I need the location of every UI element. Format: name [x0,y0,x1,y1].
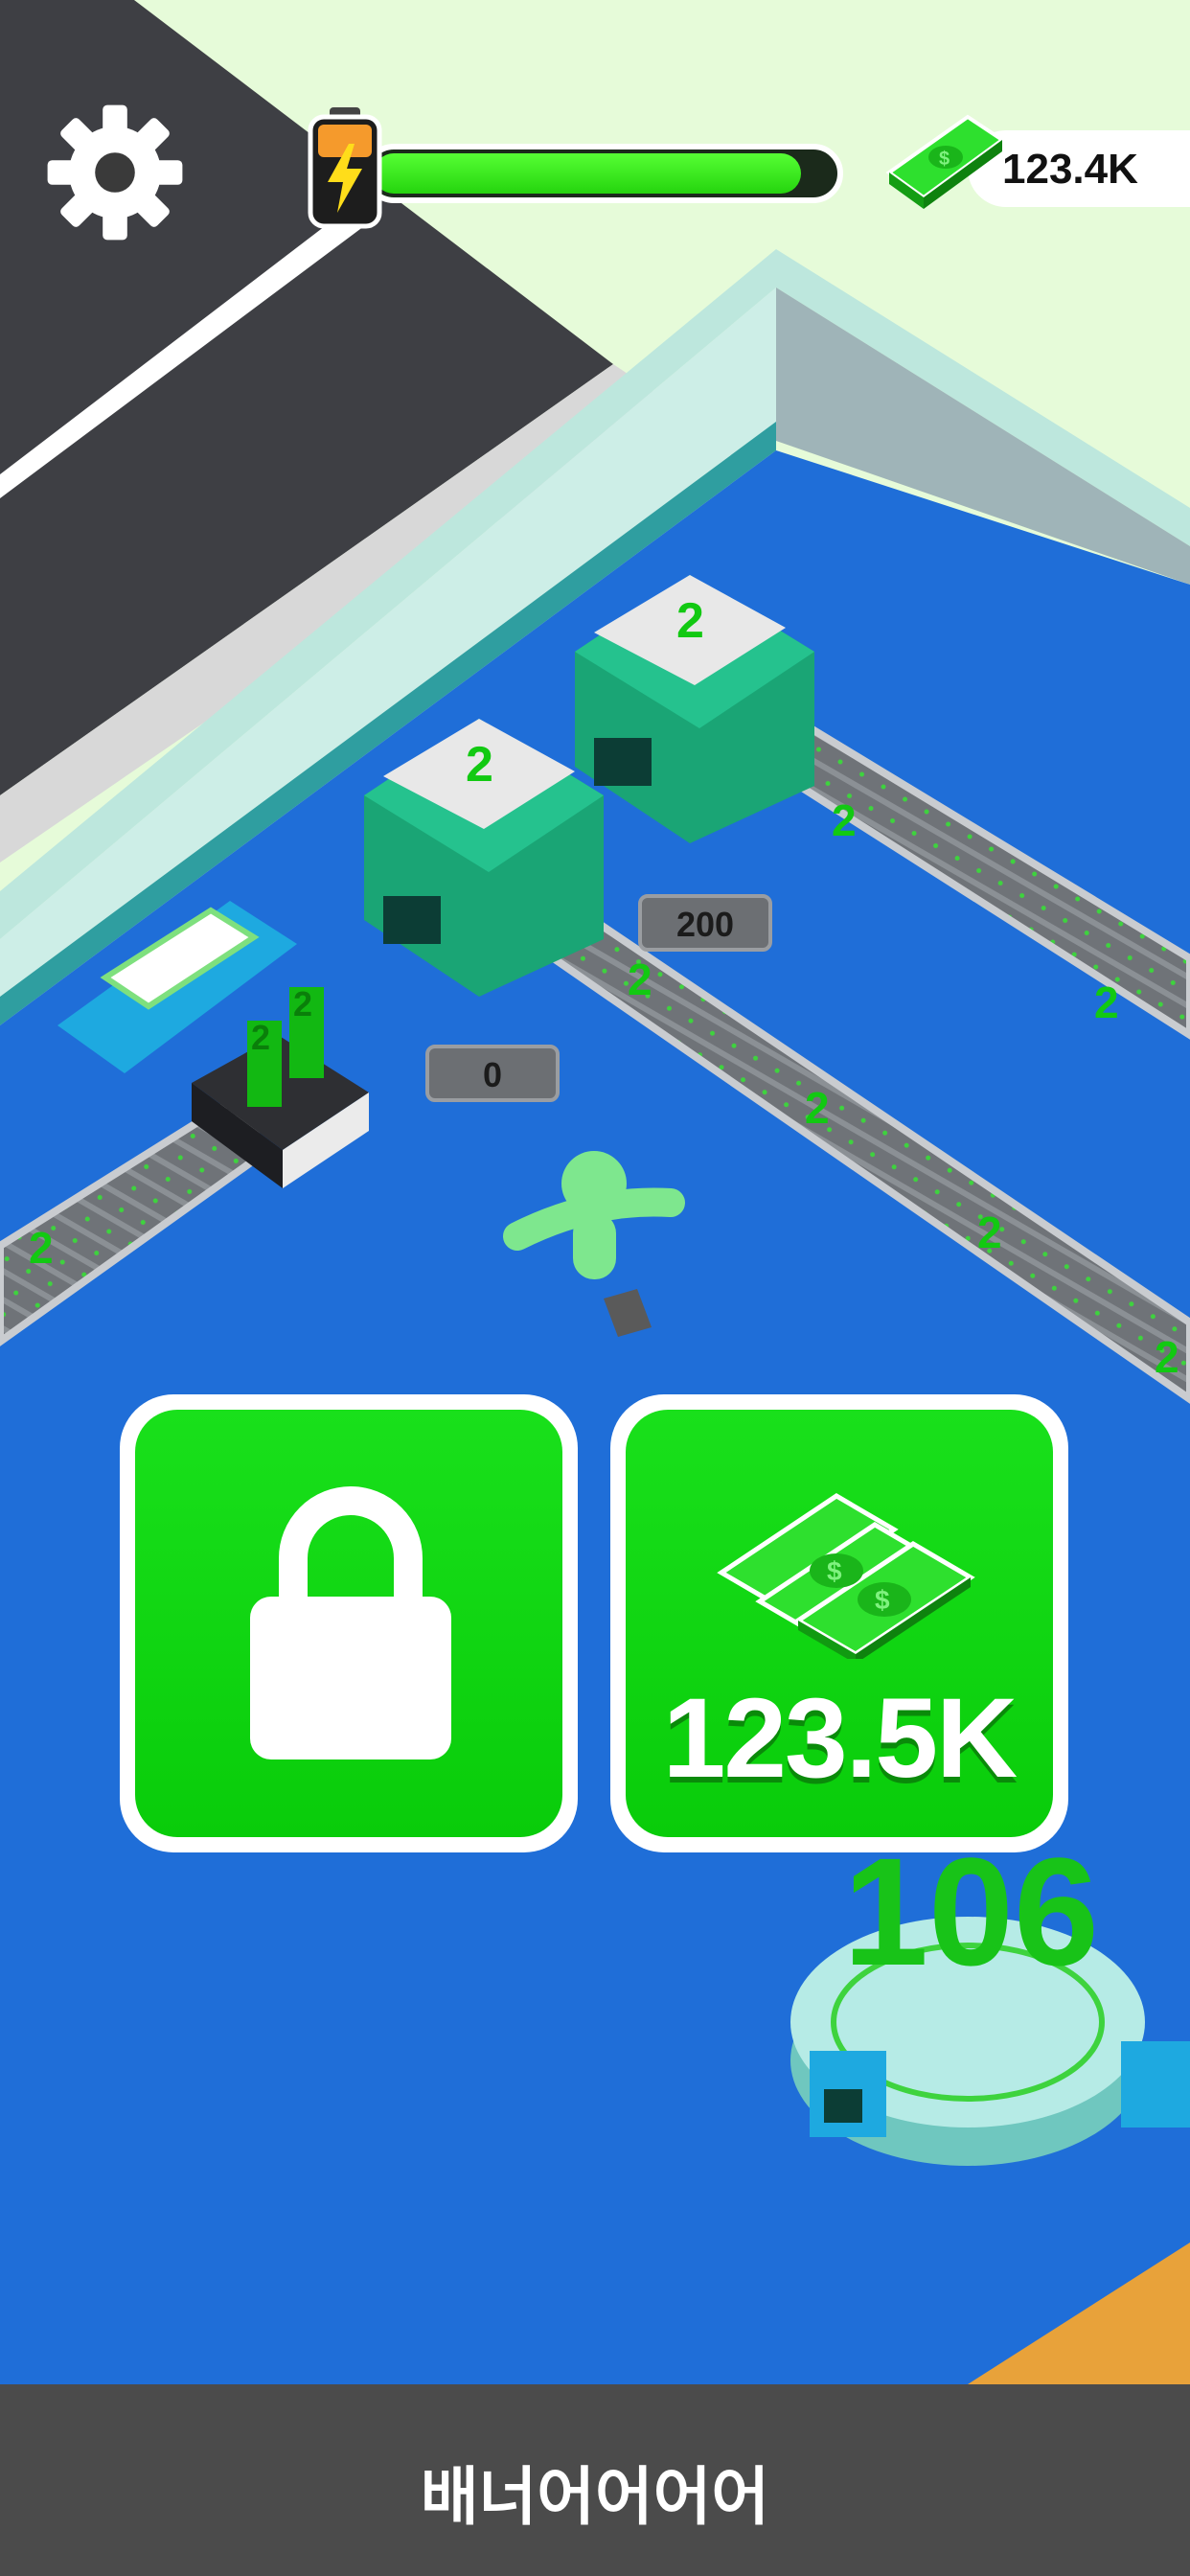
settings-button[interactable] [38,96,192,249]
counter-value: 200 [676,905,734,944]
belt-item: 2 [1155,1332,1179,1382]
padlock-icon [250,1486,451,1760]
gear-icon [47,104,183,241]
svg-text:$: $ [939,149,950,170]
cash-bill-icon: $ [885,114,1006,209]
stack-item: 2 [251,1018,270,1057]
stack-item: 2 [293,984,312,1024]
machine-label: 2 [676,593,704,649]
belt-item: 2 [832,795,857,845]
cash-upgrade-button[interactable]: $ $ 123.5K [610,1394,1068,1852]
belt-item: 2 [1094,978,1119,1027]
svg-text:$: $ [827,1556,842,1586]
belt-item: 2 [29,1223,54,1273]
panel-background: $ $ 123.5K [626,1410,1053,1837]
counter-plate-upper: 200 [638,894,772,952]
ad-banner[interactable]: 배너어어어어 [0,2384,1190,2576]
cash-upgrade-value: 123.5K [662,1675,1018,1802]
machine-label: 2 [466,737,493,793]
game-scene: 2 2 2 2 2 2 2 2 2 200 0 2 2 106 [0,0,1190,2384]
belt-item: 2 [805,1083,830,1133]
energy-track [364,144,843,203]
belt-item: 2 [628,954,652,1004]
cash-stack-icon: $ $ [717,1493,975,1659]
money-counter: 123.4K $ [881,105,1190,220]
battery-lightning-icon [308,107,382,229]
counter-value: 0 [483,1055,502,1094]
belt-item: 2 [977,1208,1002,1257]
money-value: 123.4K [1002,146,1138,193]
locked-upgrade-button[interactable] [120,1394,578,1852]
energy-fill [374,153,801,194]
svg-text:$: $ [875,1585,890,1615]
panel-background [135,1410,562,1837]
energy-bar [297,105,843,230]
banner-text: 배너어어어어 [420,2461,770,2532]
counter-plate-lower: 0 [425,1045,560,1102]
